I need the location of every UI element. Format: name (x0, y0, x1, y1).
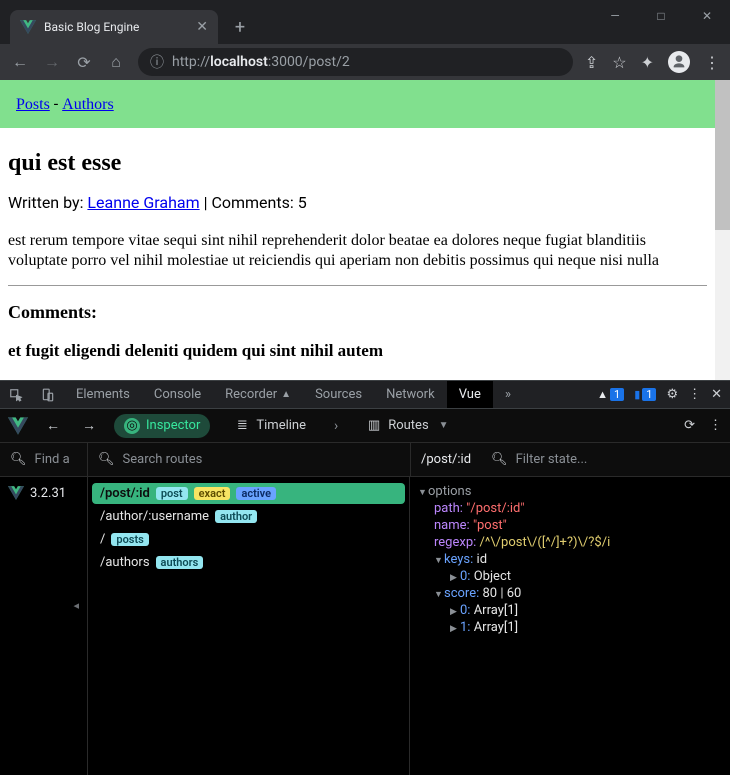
browser-titlebar: Basic Blog Engine ✕ + — □ ✕ (0, 0, 730, 44)
route-tag: exact (194, 487, 231, 500)
url-text: http://localhost:3000/post/2 (172, 54, 350, 70)
routes-icon: ▥ (366, 418, 382, 434)
search-icon: 🔍︎ (491, 452, 508, 467)
route-path: / (100, 532, 105, 547)
vue-icon (8, 485, 24, 501)
vue-subnav: ← → ◎Inspector ≣Timeline › ▥Routes▼ ⟳ ⋮ (0, 409, 730, 443)
route-row[interactable]: /authors authors (92, 552, 405, 573)
apps-column: 3.2.31 ◂ (0, 477, 88, 775)
window-controls: — □ ✕ (592, 0, 730, 32)
current-route-label: /post/:id (421, 452, 471, 467)
page-content: Posts - Authors qui est esse Written by:… (0, 80, 715, 361)
route-tag: active (236, 487, 276, 500)
author-link[interactable]: Leanne Graham (87, 193, 199, 212)
devtools-menu-icon[interactable]: ⋮ (688, 387, 701, 402)
subnav-timeline[interactable]: ≣Timeline (224, 414, 316, 438)
route-tag: post (156, 487, 188, 500)
tab-overflow[interactable]: » (493, 381, 523, 408)
vue-version[interactable]: 3.2.31 (8, 485, 79, 501)
route-path: /post/:id (100, 486, 150, 501)
nav-bar: Posts - Authors (0, 80, 715, 128)
history-back-icon[interactable]: ← (42, 417, 64, 434)
comments-heading: Comments: (0, 286, 715, 323)
extensions-icon[interactable]: ✦ (641, 53, 654, 72)
vue-icon (8, 416, 28, 436)
toolbar-actions: ⇪ ☆ ✦ ⋮ (585, 51, 720, 73)
profile-avatar[interactable] (668, 51, 690, 73)
refresh-icon[interactable]: ⟳ (684, 418, 695, 433)
devtools-tabstrip: Elements Console Recorder ▲ Sources Netw… (0, 381, 730, 409)
bookmark-icon[interactable]: ☆ (612, 53, 626, 72)
chevron-right-icon[interactable]: › (330, 418, 342, 434)
post-body: est rerum tempore vitae sequi sint nihil… (0, 213, 715, 271)
browser-toolbar: ← → ⟳ ⌂ ⓘ http://localhost:3000/post/2 ⇪… (0, 44, 730, 80)
tab-network[interactable]: Network (374, 381, 447, 408)
tab-close-icon[interactable]: ✕ (196, 19, 208, 35)
address-bar[interactable]: ⓘ http://localhost:3000/post/2 (138, 48, 573, 76)
history-forward-icon[interactable]: → (78, 417, 100, 434)
tab-sources[interactable]: Sources (303, 381, 374, 408)
filter-row: 🔍︎ 🔍︎ /post/:id 🔍︎ (0, 443, 730, 477)
find-apps-input[interactable] (35, 452, 77, 467)
devtools-settings-icon[interactable]: ⚙ (666, 387, 678, 402)
close-window-button[interactable]: ✕ (684, 0, 730, 32)
share-icon[interactable]: ⇪ (585, 53, 598, 72)
new-tab-button[interactable]: + (226, 13, 254, 41)
post-title: qui est esse (0, 128, 715, 177)
subnav-routes[interactable]: ▥Routes▼ (356, 414, 458, 438)
vue-icon (20, 19, 36, 35)
tab-console[interactable]: Console (142, 381, 213, 408)
info-badge[interactable]: ▮1 (634, 388, 656, 401)
site-info-icon[interactable]: ⓘ (150, 52, 164, 72)
route-row[interactable]: / posts (92, 529, 405, 550)
tab-elements[interactable]: Elements (64, 381, 142, 408)
state-tree: ▼options path: "/post/:id" name: "post" … (410, 477, 730, 775)
route-tag: authors (156, 556, 204, 569)
browser-menu-icon[interactable]: ⋮ (704, 53, 720, 72)
chevron-down-icon: ▼ (439, 420, 449, 431)
collapse-icon[interactable]: ◂ (8, 599, 79, 612)
warnings-badge[interactable]: ▲1 (597, 388, 624, 401)
devtools-close-icon[interactable]: ✕ (711, 387, 722, 402)
routes-list: /post/:id post exact active/author/:usernam… (88, 477, 410, 775)
search-icon: 🔍︎ (10, 452, 27, 467)
filter-state-input[interactable] (516, 452, 626, 467)
back-button[interactable]: ← (10, 52, 30, 72)
route-row[interactable]: /author/:username author (92, 506, 405, 527)
inspect-element-icon[interactable] (0, 388, 32, 402)
maximize-button[interactable]: □ (638, 0, 684, 32)
target-icon: ◎ (124, 418, 140, 434)
devtools-panel: Elements Console Recorder ▲ Sources Netw… (0, 380, 730, 775)
post-meta: Written by: Leanne Graham | Comments: 5 (0, 177, 715, 213)
timeline-icon: ≣ (234, 418, 250, 434)
browser-tab[interactable]: Basic Blog Engine ✕ (10, 10, 218, 44)
nav-link-posts[interactable]: Posts (16, 96, 50, 113)
forward-button[interactable]: → (42, 52, 62, 72)
search-routes-input[interactable] (123, 452, 400, 467)
more-icon[interactable]: ⋮ (709, 418, 722, 433)
subnav-inspector[interactable]: ◎Inspector (114, 414, 210, 438)
route-path: /author/:username (100, 509, 209, 524)
page-viewport: Posts - Authors qui est esse Written by:… (0, 80, 730, 380)
route-tag: author (215, 510, 257, 523)
reload-button[interactable]: ⟳ (74, 52, 94, 72)
route-path: /authors (100, 555, 150, 570)
comment-title: et fugit eligendi deleniti quidem qui si… (0, 323, 715, 361)
tab-title: Basic Blog Engine (44, 20, 139, 34)
route-tag: posts (111, 533, 148, 546)
route-row[interactable]: /post/:id post exact active (92, 483, 405, 504)
search-icon: 🔍︎ (98, 452, 115, 467)
device-toggle-icon[interactable] (32, 388, 64, 402)
nav-link-authors[interactable]: Authors (62, 96, 114, 113)
tab-recorder[interactable]: Recorder ▲ (213, 381, 303, 408)
page-scrollbar[interactable] (715, 80, 730, 380)
minimize-button[interactable]: — (592, 0, 638, 32)
home-button[interactable]: ⌂ (106, 52, 126, 72)
tab-vue[interactable]: Vue (447, 381, 493, 408)
